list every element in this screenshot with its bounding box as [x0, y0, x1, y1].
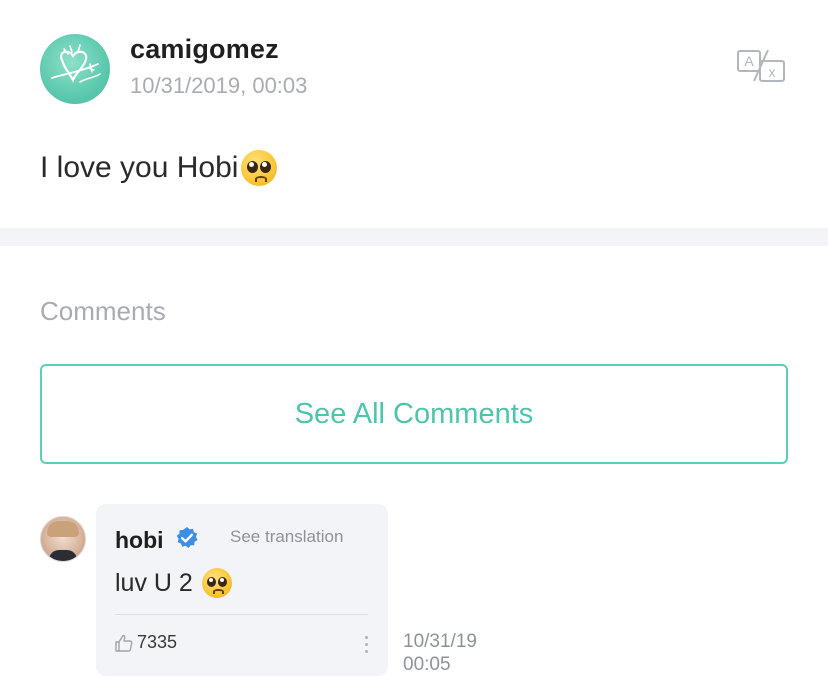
like-button[interactable]: 7335: [114, 632, 177, 653]
comment-clock: 00:05: [403, 654, 451, 675]
thumbs-up-icon: [115, 634, 133, 652]
see-all-comments-button[interactable]: See All Comments: [40, 364, 788, 464]
comment-timestamp: 10/31/19 00:05: [403, 630, 477, 676]
pleading-face-emoji-icon: [201, 568, 232, 598]
section-divider: [0, 228, 828, 246]
translate-icon[interactable]: A x: [736, 48, 788, 84]
comment-date: 10/31/19: [403, 631, 477, 652]
comment-author-avatar[interactable]: [40, 516, 86, 562]
post-author-avatar[interactable]: [40, 34, 110, 104]
comment-bubble: hobi See translation luv U 2 7335: [96, 504, 388, 676]
comment-content: luv U 2: [115, 568, 232, 598]
post-page: camigomez 10/31/2019, 00:03 A x I love y…: [0, 0, 828, 700]
comment-divider: [115, 614, 368, 615]
see-translation-link[interactable]: See translation: [230, 527, 343, 547]
like-count: 7335: [137, 632, 178, 652]
svg-text:A: A: [744, 53, 754, 69]
comment-author-username[interactable]: hobi: [115, 527, 164, 554]
pleading-face-emoji-icon: [241, 150, 278, 186]
post-author-username[interactable]: camigomez: [130, 34, 279, 65]
more-options-icon[interactable]: [364, 636, 370, 656]
verified-badge-icon: [175, 526, 199, 555]
post-text: I love you Hobi: [40, 151, 239, 184]
heart-doodle-icon: [51, 44, 101, 83]
comment-text: luv U 2: [115, 568, 193, 597]
svg-text:x: x: [769, 64, 776, 80]
post-content: I love you Hobi: [40, 150, 278, 186]
post-timestamp: 10/31/2019, 00:03: [130, 73, 308, 98]
comments-heading: Comments: [40, 296, 166, 326]
